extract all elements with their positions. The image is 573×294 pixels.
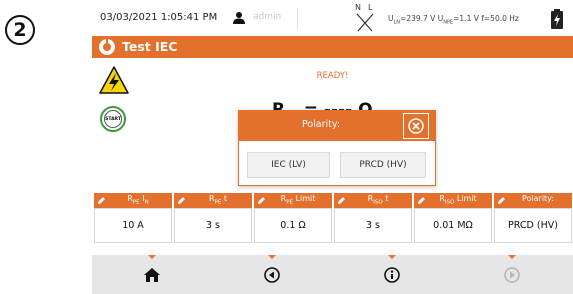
param-rpe-in[interactable]: RPE IN 10 A <box>94 193 172 243</box>
pencil-icon <box>338 197 345 204</box>
param-header: RPE Limit <box>254 193 332 208</box>
test-mode-icon <box>99 39 115 55</box>
datetime: 03/03/2021 1:05:41 PM <box>100 12 218 23</box>
phase-n-label: N <box>355 3 361 12</box>
socket-polarity-icon: N L <box>355 3 374 32</box>
user-icon <box>233 12 245 24</box>
param-riso-limit[interactable]: RISO Limit 0.01 MΩ <box>414 193 492 243</box>
param-value: 0.01 MΩ <box>414 208 492 243</box>
polarity-option-prcd-hv[interactable]: PRCD (HV) <box>340 152 426 178</box>
phase-l-label: L <box>368 3 373 12</box>
bottom-nav <box>92 255 573 294</box>
param-polarity[interactable]: Polarity: PRCD (HV) <box>494 193 572 243</box>
polarity-option-iec-lv[interactable]: IEC (LV) <box>247 152 330 178</box>
status-bar: 03/03/2021 1:05:41 PM admin N L ULN=239.… <box>92 0 573 36</box>
param-header: RPE t <box>174 193 252 208</box>
screen-title: Test IEC <box>122 39 178 54</box>
close-icon <box>408 118 424 134</box>
voltage-readout: ULN=239.7 V UNPE=1.1 V f=50.0 Hz <box>388 14 519 26</box>
nav-info-button[interactable] <box>332 255 452 294</box>
param-value: 10 A <box>94 208 172 243</box>
pencil-icon <box>418 197 425 204</box>
step-number-badge: 2 <box>5 15 35 45</box>
start-label: START <box>104 110 122 128</box>
param-riso-t[interactable]: RISO t 3 s <box>334 193 412 243</box>
dialog-header: Polarity: <box>239 111 435 141</box>
param-value: 3 s <box>334 208 412 243</box>
pencil-icon <box>178 197 185 204</box>
dialog-close-button[interactable] <box>403 113 429 139</box>
param-value: 0.1 Ω <box>254 208 332 243</box>
parameter-bar: RPE IN 10 A RPE t 3 s RPE Limit 0.1 Ω RI… <box>92 193 573 243</box>
param-header: RISO t <box>334 193 412 208</box>
pencil-icon <box>98 197 105 204</box>
param-rpe-t[interactable]: RPE t 3 s <box>174 193 252 243</box>
info-icon <box>384 266 400 283</box>
pencil-icon <box>258 197 265 204</box>
meter-screen: 03/03/2021 1:05:41 PM admin N L ULN=239.… <box>92 0 573 294</box>
status-text: READY! <box>316 71 349 81</box>
next-icon <box>504 266 520 283</box>
param-header: Polarity: <box>494 193 572 208</box>
param-rpe-limit[interactable]: RPE Limit 0.1 Ω <box>254 193 332 243</box>
nav-back-button[interactable] <box>212 255 332 294</box>
param-header: RPE IN <box>94 193 172 208</box>
back-icon <box>264 266 280 283</box>
polarity-dialog: Polarity: IEC (LV) PRCD (HV) <box>238 110 436 186</box>
start-button[interactable]: START <box>100 106 126 132</box>
pencil-icon <box>498 197 505 204</box>
battery-charging-icon <box>551 9 563 29</box>
home-icon <box>144 267 160 282</box>
param-value: 3 s <box>174 208 252 243</box>
param-header: RISO Limit <box>414 193 492 208</box>
nav-next-button[interactable] <box>452 255 572 294</box>
nav-home-button[interactable] <box>92 255 212 294</box>
dialog-title: Polarity: <box>301 119 341 130</box>
param-value: PRCD (HV) <box>494 208 572 243</box>
user-name: admin <box>253 12 282 22</box>
title-bar: Test IEC <box>92 36 573 58</box>
status-divider <box>297 8 298 30</box>
